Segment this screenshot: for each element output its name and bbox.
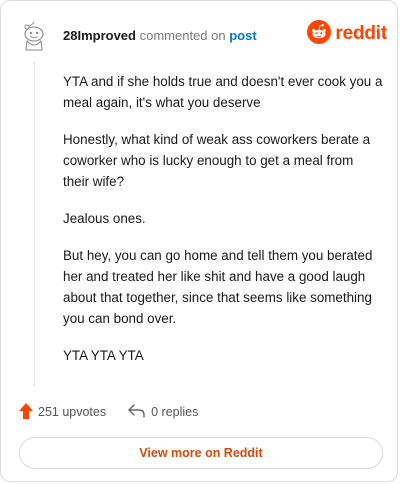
post-link[interactable]: post: [229, 28, 256, 43]
thread-line: [34, 61, 35, 387]
comment-paragraph: YTA YTA YTA: [63, 348, 144, 363]
reddit-wordmark: reddit: [335, 23, 387, 44]
comment-paragraph: Honestly, what kind of weak ass coworker…: [63, 132, 371, 189]
reply-arrow-icon: [128, 403, 146, 421]
username-link[interactable]: 28Improved: [63, 28, 136, 43]
upvote-arrow-icon: [19, 402, 33, 422]
comment-paragraph: YTA and if she holds true and doesn't ev…: [63, 74, 383, 110]
comment-header: 28Improved commented on post reddit: [19, 19, 387, 51]
upvote-count: 251 upvotes: [38, 405, 107, 419]
comment-body: YTA and if she holds true and doesn't ev…: [63, 71, 383, 382]
reply-count: 0 replies: [151, 405, 199, 419]
reddit-comment-embed: 28Improved commented on post reddit YTA …: [0, 0, 398, 482]
comment-verb: commented on: [139, 28, 226, 43]
user-avatar-icon[interactable]: [19, 19, 49, 51]
upvote-button[interactable]: 251 upvotes: [19, 402, 107, 422]
comment-paragraph: Jealous ones.: [63, 211, 146, 226]
reddit-brand[interactable]: reddit: [307, 19, 387, 49]
comment-paragraph: But hey, you can go home and tell them y…: [63, 248, 373, 326]
comment-actions: 251 upvotes 0 replies: [19, 401, 198, 423]
comment-meta: 28Improved commented on post: [63, 28, 257, 43]
view-more-on-reddit-button[interactable]: View more on Reddit: [19, 437, 383, 469]
reply-button[interactable]: 0 replies: [128, 403, 199, 421]
reddit-logo-icon: [307, 19, 332, 49]
